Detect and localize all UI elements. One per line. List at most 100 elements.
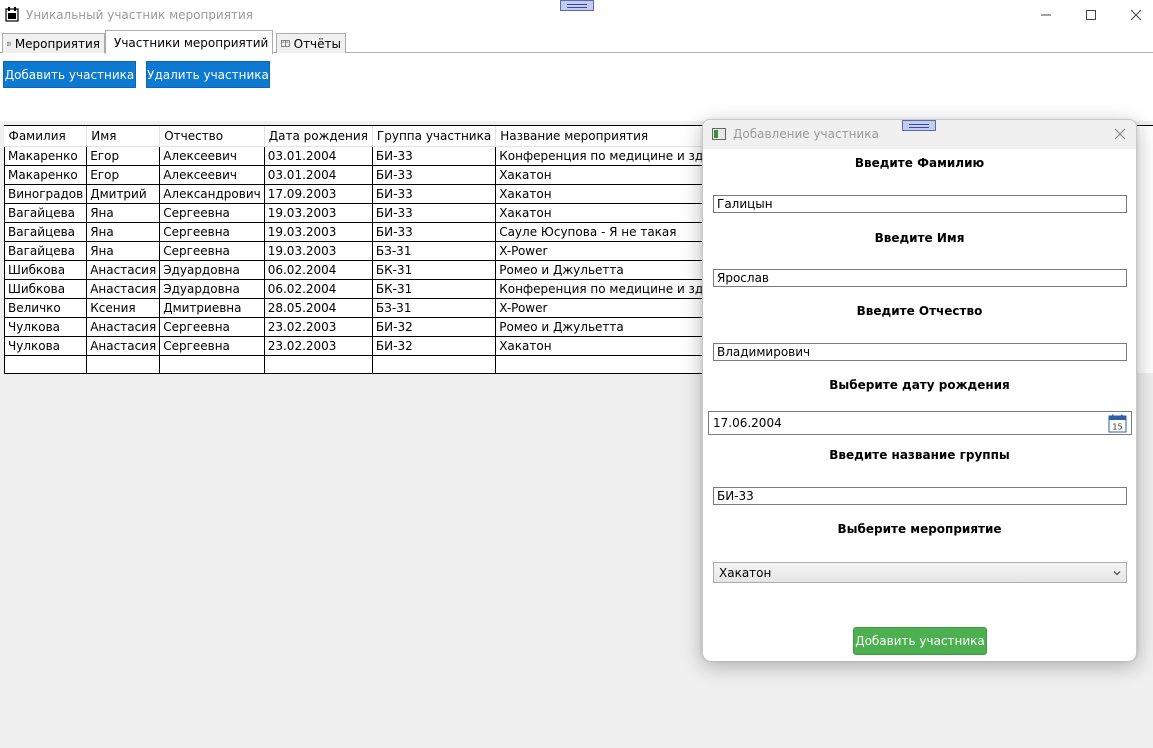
dialog-close-icon[interactable] bbox=[1112, 126, 1128, 142]
app-icon bbox=[5, 7, 19, 22]
birthdate-picker[interactable]: 17.06.2004 15 bbox=[708, 411, 1132, 435]
table-cell[interactable]: Вагайцева bbox=[3, 221, 88, 242]
table-cell[interactable]: Сергеевна bbox=[159, 202, 265, 223]
table-row[interactable]: Шибкова Анастасия Эдуардовна 06.02.2004 БК-3… bbox=[3, 278, 800, 299]
table-cell[interactable]: Алексеевич bbox=[159, 164, 265, 185]
maximize-button[interactable] bbox=[1068, 0, 1114, 30]
table-cell[interactable]: БИ-32 bbox=[371, 316, 497, 337]
table-cell[interactable]: 03.01.2004 bbox=[263, 145, 373, 166]
add-participant-button[interactable]: Добавить участника bbox=[3, 61, 136, 88]
table-cell[interactable]: Анастасия bbox=[86, 278, 161, 299]
table-cell[interactable]: Сергеевна bbox=[159, 221, 265, 242]
title-bar[interactable]: Уникальный участник мероприятия bbox=[0, 0, 1153, 30]
table-row[interactable]: Вагайцева Яна Сергеевна 19.03.2003 БЗ-31 X-Po… bbox=[3, 240, 800, 261]
table-cell[interactable]: Сергеевна bbox=[159, 240, 265, 261]
table-cell[interactable]: Дмитрий bbox=[86, 183, 161, 204]
table-cell[interactable]: Макаренко bbox=[3, 145, 88, 166]
table-cell[interactable]: 19.03.2003 bbox=[263, 240, 373, 261]
table-cell[interactable]: Эдуардовна bbox=[159, 278, 265, 299]
table-cell[interactable]: БК-31 bbox=[371, 259, 497, 280]
table-cell[interactable] bbox=[159, 354, 265, 374]
table-cell[interactable]: Егор bbox=[86, 145, 161, 166]
table-cell[interactable]: БИ-33 bbox=[371, 145, 497, 166]
table-row[interactable]: Величко Ксения Дмитриевна 28.05.2004 БЗ-31 X-… bbox=[3, 297, 800, 318]
table-cell[interactable]: 19.03.2003 bbox=[263, 221, 373, 242]
table-cell[interactable] bbox=[371, 354, 497, 374]
name-input[interactable]: Ярослав bbox=[713, 269, 1127, 287]
table-cell[interactable] bbox=[263, 354, 373, 374]
table-cell[interactable]: 17.09.2003 bbox=[263, 183, 373, 204]
table-cell[interactable] bbox=[86, 354, 161, 374]
column-header[interactable]: Отчество bbox=[159, 126, 265, 147]
patronymic-input[interactable]: Владимирович bbox=[713, 343, 1127, 361]
table-cell[interactable]: 23.02.2003 bbox=[263, 316, 373, 337]
column-header[interactable]: Группа участника bbox=[372, 126, 497, 147]
dialog-title-bar[interactable]: Добавление участника bbox=[703, 120, 1136, 149]
table-cell[interactable]: 28.05.2004 bbox=[263, 297, 373, 318]
table-cell[interactable]: Алексеевич bbox=[159, 145, 265, 166]
table-cell[interactable]: Величко bbox=[3, 297, 88, 318]
column-header[interactable]: Дата рождения bbox=[264, 126, 373, 147]
table-cell[interactable]: Анастасия bbox=[86, 316, 161, 337]
submit-add-participant-button[interactable]: Добавить участника bbox=[853, 627, 987, 655]
table-cell[interactable]: Сергеевна bbox=[159, 335, 265, 356]
tab-events[interactable]: Мероприятия bbox=[2, 33, 105, 53]
dialog-drag-handle-icon[interactable] bbox=[902, 120, 936, 131]
table-cell[interactable]: БЗ-31 bbox=[371, 240, 497, 261]
table-cell[interactable]: БИ-33 bbox=[371, 183, 497, 204]
tab-reports[interactable]: Отчёты bbox=[276, 33, 346, 53]
table-row[interactable]: Вагайцева Яна Сергеевна 19.03.2003 БИ-33 Хака… bbox=[3, 202, 800, 223]
table-cell[interactable]: БИ-33 bbox=[371, 221, 497, 242]
minimize-button[interactable] bbox=[1023, 0, 1069, 30]
table-cell[interactable]: БК-31 bbox=[371, 278, 497, 299]
close-button[interactable] bbox=[1113, 0, 1153, 30]
table-cell[interactable]: Яна bbox=[86, 221, 161, 242]
table-cell[interactable]: Анастасия bbox=[86, 259, 161, 280]
table-cell[interactable]: Александрович bbox=[159, 183, 265, 204]
table-cell[interactable]: Дмитриевна bbox=[159, 297, 265, 318]
event-select[interactable]: Хакатон bbox=[713, 562, 1127, 583]
table-row[interactable]: Чулкова Анастасия Сергеевна 23.02.2003 БИ-32… bbox=[3, 335, 800, 356]
table-cell[interactable]: Егор bbox=[86, 164, 161, 185]
table-cell[interactable]: Чулкова bbox=[3, 316, 88, 337]
table-row[interactable]: Чулкова Анастасия Сергеевна 23.02.2003 БИ-32… bbox=[3, 316, 800, 337]
table-cell[interactable]: БИ-32 bbox=[371, 335, 497, 356]
table-cell[interactable]: 06.02.2004 bbox=[263, 278, 373, 299]
table-cell[interactable]: Виноградов bbox=[3, 183, 88, 204]
table-row[interactable]: Макаренко Егор Алексеевич 03.01.2004 БИ-33 Ко… bbox=[3, 145, 800, 166]
table-cell[interactable]: 23.02.2003 bbox=[263, 335, 373, 356]
drag-handle-icon[interactable] bbox=[560, 0, 594, 11]
column-header[interactable]: Имя bbox=[86, 126, 161, 147]
table-cell[interactable]: Ксения bbox=[86, 297, 161, 318]
table-row[interactable]: Виноградов Дмитрий Александрович 17.09.2003… bbox=[3, 183, 800, 204]
table-cell[interactable] bbox=[3, 354, 88, 374]
table-row[interactable]: Шибкова Анастасия Эдуардовна 06.02.2004 БК-3… bbox=[3, 259, 800, 280]
table-cell[interactable]: Яна bbox=[86, 240, 161, 261]
table-cell[interactable]: 19.03.2003 bbox=[263, 202, 373, 223]
column-header[interactable]: Фамилия bbox=[4, 126, 88, 147]
table-cell[interactable]: 06.02.2004 bbox=[263, 259, 373, 280]
table-row[interactable]: Вагайцева Яна Сергеевна 19.03.2003 БИ-33 Саул… bbox=[3, 221, 800, 242]
document-icon bbox=[7, 41, 11, 46]
table-cell[interactable]: Шибкова bbox=[3, 259, 88, 280]
group-input[interactable]: БИ-33 bbox=[713, 487, 1127, 505]
table-cell[interactable]: Анастасия bbox=[86, 335, 161, 356]
table-cell[interactable]: Сергеевна bbox=[159, 316, 265, 337]
table-cell[interactable]: Макаренко bbox=[3, 164, 88, 185]
table-cell[interactable]: 03.01.2004 bbox=[263, 164, 373, 185]
table-cell[interactable]: БИ-33 bbox=[371, 164, 497, 185]
table-row[interactable]: Макаренко Егор Алексеевич 03.01.2004 БИ-33 Ха… bbox=[3, 164, 800, 185]
table-cell[interactable]: Вагайцева bbox=[3, 202, 88, 223]
table-cell[interactable]: Вагайцева bbox=[3, 240, 88, 261]
new-row[interactable] bbox=[3, 354, 800, 374]
table-cell[interactable]: БИ-33 bbox=[371, 202, 497, 223]
table-cell[interactable]: Чулкова bbox=[3, 335, 88, 356]
surname-input[interactable]: Галицын bbox=[713, 195, 1127, 213]
tab-participants[interactable]: Участники мероприятий bbox=[105, 30, 273, 54]
table-cell[interactable]: БЗ-31 bbox=[371, 297, 497, 318]
table-cell[interactable]: Эдуардовна bbox=[159, 259, 265, 280]
calendar-icon[interactable]: 15 bbox=[1108, 414, 1127, 433]
table-cell[interactable]: Шибкова bbox=[3, 278, 88, 299]
table-cell[interactable]: Яна bbox=[86, 202, 161, 223]
delete-participant-button[interactable]: Удалить участника bbox=[146, 61, 270, 88]
